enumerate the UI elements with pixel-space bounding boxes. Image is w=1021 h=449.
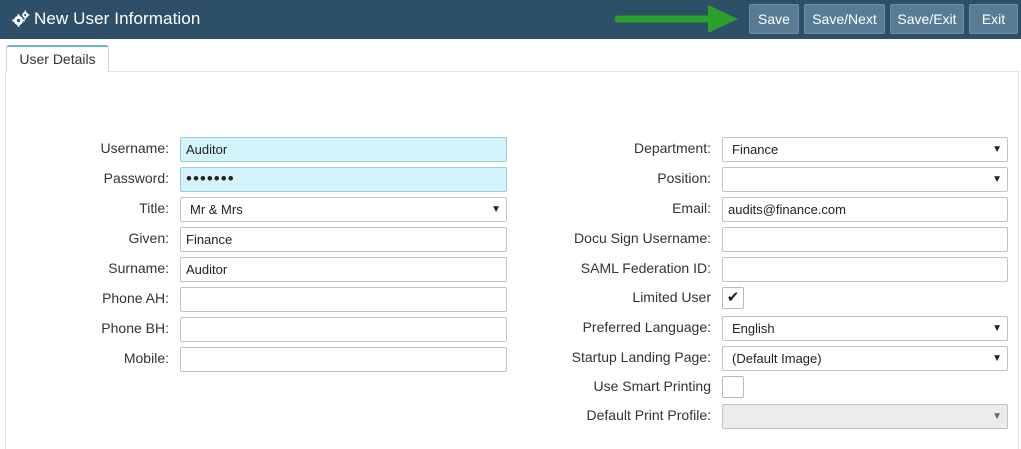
checkmark-icon: ✔ <box>726 289 740 306</box>
startup-landing-page-select[interactable]: (Default Image) ▼ <box>722 346 1008 371</box>
use-smart-printing-checkbox[interactable] <box>722 376 744 398</box>
save-next-button[interactable]: Save/Next <box>804 4 885 34</box>
email-label: Email: <box>672 200 711 216</box>
position-select[interactable]: ▼ <box>722 167 1008 192</box>
print-profile-label: Default Print Profile: <box>586 407 712 423</box>
title-label: Title: <box>139 200 169 216</box>
chevron-down-icon: ▼ <box>992 353 1002 364</box>
default-print-profile-select: ▼ <box>722 404 1008 429</box>
save-exit-button[interactable]: Save/Exit <box>890 4 964 34</box>
phone-ah-input[interactable] <box>180 287 507 312</box>
surname-input[interactable]: Auditor <box>180 257 507 282</box>
title-bar: New User Information Save Save/Next Save… <box>0 0 1021 39</box>
chevron-down-icon: ▼ <box>992 411 1002 422</box>
save-button[interactable]: Save <box>749 4 799 34</box>
given-input[interactable]: Finance <box>180 227 507 252</box>
docu-sign-username-input[interactable] <box>722 227 1008 252</box>
saml-label: SAML Federation ID: <box>580 260 711 276</box>
startup-landing-page-value: (Default Image) <box>732 351 822 366</box>
department-label: Department: <box>633 140 711 156</box>
chevron-down-icon: ▼ <box>992 174 1002 185</box>
surname-label: Surname: <box>108 260 169 276</box>
limited-user-checkbox[interactable]: ✔ <box>722 287 744 309</box>
chevron-down-icon: ▼ <box>491 204 501 215</box>
phone-ah-label: Phone AH: <box>102 290 169 306</box>
limited-user-label: Limited User <box>632 289 711 305</box>
saml-federation-id-input[interactable] <box>722 257 1008 282</box>
preferred-language-value: English <box>732 321 775 336</box>
docu-sign-label: Docu Sign Username: <box>574 230 711 246</box>
phone-bh-label: Phone BH: <box>101 320 169 336</box>
password-input[interactable]: ••••••• <box>180 167 507 192</box>
mobile-input[interactable] <box>180 347 507 372</box>
password-label: Password: <box>103 170 169 186</box>
gears-icon <box>12 10 30 27</box>
page-title: New User Information <box>34 9 201 28</box>
mobile-label: Mobile: <box>123 350 169 366</box>
startup-landing-label: Startup Landing Page: <box>571 349 711 365</box>
given-label: Given: <box>128 230 169 246</box>
department-select-value: Finance <box>732 142 779 157</box>
preferred-language-label: Preferred Language: <box>582 319 711 335</box>
department-select[interactable]: Finance ▼ <box>722 137 1008 162</box>
smart-printing-label: Use Smart Printing <box>593 378 711 394</box>
chevron-down-icon: ▼ <box>992 144 1002 155</box>
title-select-value: Mr & Mrs <box>190 202 243 217</box>
position-label: Position: <box>657 170 711 186</box>
username-input[interactable]: Auditor <box>180 137 507 162</box>
chevron-down-icon: ▼ <box>992 323 1002 334</box>
preferred-language-select[interactable]: English ▼ <box>722 316 1008 341</box>
position-select-value <box>728 172 732 187</box>
phone-bh-input[interactable] <box>180 317 507 342</box>
email-input[interactable]: audits@finance.com <box>722 197 1008 222</box>
tab-user-details[interactable]: User Details <box>6 45 109 72</box>
username-label: Username: <box>100 140 169 156</box>
exit-button[interactable]: Exit <box>969 4 1018 34</box>
title-select[interactable]: Mr & Mrs ▼ <box>180 197 507 222</box>
green-arrow-icon <box>614 5 738 33</box>
print-profile-value <box>728 409 732 424</box>
